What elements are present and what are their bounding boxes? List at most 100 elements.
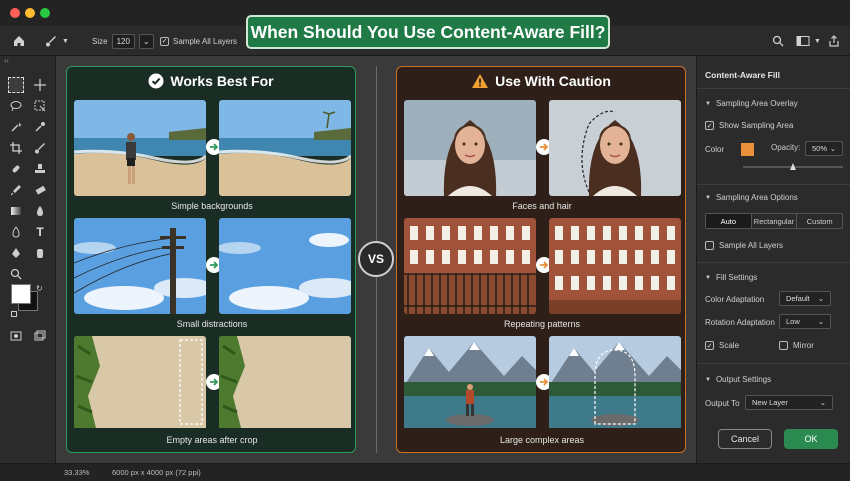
- building-after-image: [549, 218, 681, 314]
- foreground-color-swatch[interactable]: [11, 284, 31, 304]
- output-to-dropdown[interactable]: New Layer ⌄: [745, 395, 833, 410]
- hand-tool-icon[interactable]: [32, 245, 48, 261]
- status-bar: 33.33% 6000 px x 4000 px (72 ppi): [0, 463, 850, 481]
- gradient-tool-icon[interactable]: [8, 203, 24, 219]
- ok-button[interactable]: OK: [784, 429, 838, 449]
- color-label: Color: [705, 145, 725, 154]
- object-selection-tool-icon[interactable]: [32, 98, 48, 114]
- rotation-adaptation-dropdown[interactable]: Low ⌄: [779, 314, 831, 329]
- eyedropper-tool-icon[interactable]: [32, 119, 48, 135]
- share-icon[interactable]: [828, 26, 840, 56]
- brush-tool-icon[interactable]: [32, 140, 48, 156]
- quick-mask-icon[interactable]: [8, 328, 24, 344]
- pole-before-image: [74, 218, 206, 314]
- sampling-mode-segmented: Auto Rectangular Custom: [705, 213, 843, 229]
- beach-after-image: [219, 100, 351, 196]
- page-title: When Should You Use Content-Aware Fill?: [246, 15, 610, 49]
- chevron-down-icon: ▼: [705, 194, 711, 201]
- mountains-before-image: [404, 336, 536, 432]
- cancel-button[interactable]: Cancel: [718, 429, 772, 449]
- color-adaptation-value: Default: [786, 294, 810, 303]
- clone-stamp-tool-icon[interactable]: [32, 161, 48, 177]
- scale-checkbox[interactable]: ✓: [705, 341, 714, 350]
- mountains-after-image: [549, 336, 681, 432]
- chevron-down-icon: ▼: [705, 274, 711, 281]
- sample-all-layers-label: Sample All Layers: [173, 36, 238, 46]
- show-sampling-area-label: Show Sampling Area: [719, 121, 794, 130]
- color-adaptation-dropdown[interactable]: Default ⌄: [779, 291, 831, 306]
- sampling-auto-option[interactable]: Auto: [706, 214, 752, 228]
- sample-all-layers-panel-checkbox[interactable]: [705, 241, 714, 250]
- output-settings-section[interactable]: ▼ Output Settings: [705, 375, 771, 384]
- opacity-value: 50%: [812, 144, 828, 153]
- mirror-checkbox[interactable]: [779, 341, 788, 350]
- tools-panel: ‹‹ T ↻: [0, 56, 56, 463]
- size-dropdown[interactable]: ⌄: [138, 33, 154, 49]
- panel-title: Content-Aware Fill: [705, 70, 780, 80]
- spot-healing-tool-icon[interactable]: [8, 161, 24, 177]
- sampling-overlay-section[interactable]: ▼ Sampling Area Overlay: [705, 99, 798, 108]
- type-tool-icon[interactable]: T: [32, 224, 48, 240]
- swap-colors-icon[interactable]: ↻: [36, 284, 43, 293]
- zoom-tool-icon[interactable]: [8, 266, 24, 282]
- fill-settings-section[interactable]: ▼ Fill Settings: [705, 273, 757, 282]
- portrait-after-image: [549, 100, 681, 196]
- output-to-value: New Layer: [752, 398, 788, 407]
- sample-all-layers-checkbox[interactable]: ✓: [160, 36, 169, 46]
- works-best-title: Works Best For: [170, 73, 274, 89]
- default-colors-icon[interactable]: [11, 311, 17, 317]
- opacity-input[interactable]: 50% ⌄: [805, 141, 843, 156]
- marquee-tool-icon[interactable]: [8, 77, 24, 93]
- document-canvas[interactable]: Works Best For Simple backgrounds Small …: [56, 56, 696, 463]
- row-caption: Large complex areas: [499, 435, 585, 445]
- brush-icon: [46, 36, 56, 47]
- crop-tool-icon[interactable]: [8, 140, 24, 156]
- portrait-before-image: [404, 100, 536, 196]
- workspace-icon[interactable]: ▼: [796, 26, 821, 56]
- chevron-down-icon: ⌄: [819, 398, 826, 407]
- eraser-tool-icon[interactable]: [32, 182, 48, 198]
- search-icon[interactable]: [772, 26, 784, 56]
- dodge-tool-icon[interactable]: [8, 224, 24, 240]
- wall-before-image: [74, 336, 206, 432]
- mirror-label: Mirror: [793, 341, 814, 350]
- magic-wand-tool-icon[interactable]: [8, 119, 24, 135]
- row-caption: Small distractions: [176, 319, 248, 329]
- size-input[interactable]: 120: [111, 33, 135, 49]
- sampling-custom-option[interactable]: Custom: [797, 214, 842, 228]
- collapse-icon[interactable]: ‹‹: [4, 58, 9, 65]
- section-label: Sampling Area Overlay: [715, 99, 798, 108]
- document-info: 6000 px x 4000 px (72 ppi): [112, 468, 201, 477]
- section-label: Fill Settings: [715, 273, 758, 282]
- pen-tool-icon[interactable]: [8, 245, 24, 261]
- home-icon[interactable]: [12, 26, 26, 56]
- opacity-label: Opacity:: [771, 143, 801, 152]
- screen-mode-icon[interactable]: [32, 328, 48, 344]
- rotation-adaptation-label: Rotation Adaptation: [705, 318, 775, 327]
- color-adaptation-label: Color Adaptation: [705, 295, 765, 304]
- history-brush-tool-icon[interactable]: [8, 182, 24, 198]
- rotation-adaptation-value: Low: [786, 317, 800, 326]
- show-sampling-area-checkbox[interactable]: ✓: [705, 121, 714, 130]
- row-caption: Faces and hair: [512, 201, 572, 211]
- app-window: ▼ Size 120 ⌄ ✓ Sample All Layers ▼ When …: [0, 0, 850, 481]
- chevron-down-icon: ⌄: [829, 144, 836, 153]
- row-caption: Simple backgrounds: [171, 201, 253, 211]
- close-window-button[interactable]: [10, 8, 20, 18]
- sampling-rectangular-option[interactable]: Rectangular: [752, 214, 798, 228]
- sample-all-layers-panel-label: Sample All Layers: [719, 241, 784, 250]
- minimize-window-button[interactable]: [25, 8, 35, 18]
- sampling-color-swatch[interactable]: [741, 143, 755, 156]
- zoom-window-button[interactable]: [40, 8, 50, 18]
- chevron-down-icon: ▼: [705, 100, 711, 107]
- section-label: Output Settings: [715, 375, 772, 384]
- lasso-tool-icon[interactable]: [8, 98, 24, 114]
- zoom-level[interactable]: 33.33%: [64, 468, 89, 477]
- brush-preset-picker[interactable]: ▼: [44, 26, 69, 56]
- beach-before-image: [74, 100, 206, 196]
- sampling-options-section[interactable]: ▼ Sampling Area Options: [705, 193, 798, 202]
- chevron-down-icon: ▼: [814, 37, 821, 45]
- blur-tool-icon[interactable]: [32, 203, 48, 219]
- row-caption: Repeating patterns: [503, 319, 581, 329]
- move-tool-icon[interactable]: [32, 77, 48, 93]
